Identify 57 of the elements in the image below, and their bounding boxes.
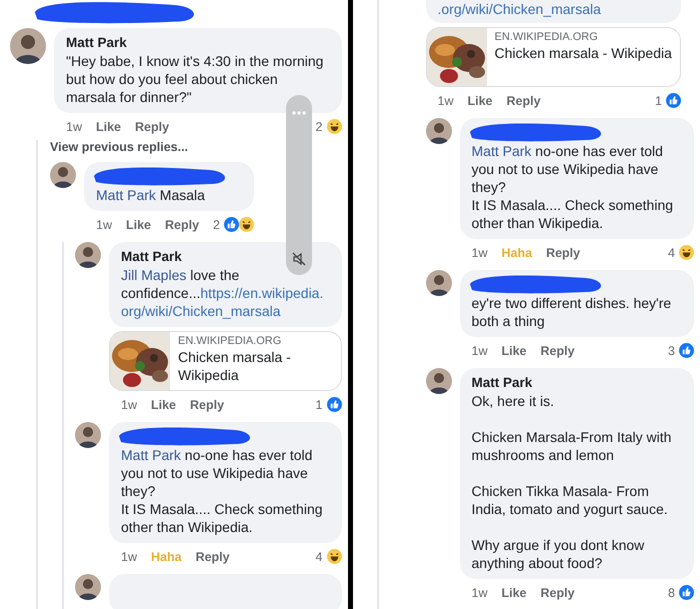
avatar[interactable] xyxy=(75,242,101,268)
react-link[interactable]: Like xyxy=(501,586,526,600)
reply-link[interactable]: Reply xyxy=(135,120,170,134)
reaction-count: 4 xyxy=(668,246,675,260)
comment-time: 1w xyxy=(121,550,137,564)
view-previous-replies-link[interactable]: View previous replies... xyxy=(50,140,342,154)
comment-text: .org/wiki/Chicken_marsala xyxy=(438,0,602,18)
preview-site: EN.WIKIPEDIA.ORG xyxy=(494,30,599,44)
avatar[interactable] xyxy=(75,574,101,600)
comment-time: 1w xyxy=(96,218,112,232)
comment-text: Matt Park no-one has ever told you not to use Wikipedia have they? It IS Masala.... Check something other than Wikipedia. xyxy=(121,446,324,536)
comment-time: 1w xyxy=(472,246,488,260)
reaction-count: 3 xyxy=(668,344,675,358)
reply-link[interactable]: Reply xyxy=(506,94,541,108)
avatar[interactable] xyxy=(10,28,46,64)
comment-author[interactable]: Matt Park xyxy=(472,374,682,392)
reaction-count: 4 xyxy=(316,550,322,564)
comment-author[interactable]: Matt Park xyxy=(121,248,330,266)
comment-text: Matt Park Masala xyxy=(96,186,206,204)
react-link[interactable]: Like xyxy=(501,344,526,358)
preview-title: Chicken marsala - Wikipedia xyxy=(178,348,292,384)
comment-author[interactable]: Matt Park xyxy=(66,34,330,52)
comment-time: 1w xyxy=(472,586,488,600)
comment-time: 1w xyxy=(66,120,82,134)
react-link[interactable]: Like xyxy=(150,398,176,412)
react-link[interactable]: Like xyxy=(96,120,121,134)
reaction-count: 8 xyxy=(668,586,675,600)
comment-time: 1w xyxy=(472,344,488,358)
comment-text: ey're two different dishes. hey're both a thing xyxy=(472,294,672,330)
reply-link[interactable]: Reply xyxy=(546,246,580,260)
comment-text: Matt Park no-one has ever told you not to use Wikipedia have they? It IS Masala.... Check something other than Wikipedia. xyxy=(472,142,674,232)
comment-text: Jill Maples love the confidence...https://en.wikipedia.org/wiki/Chicken_marsala xyxy=(121,266,324,320)
reaction-count: 1 xyxy=(316,398,322,412)
mute-icon[interactable] xyxy=(291,251,307,267)
preview-title: Chicken marsala - Wikipedia xyxy=(494,44,672,62)
comment-time: 1w xyxy=(438,94,454,108)
link-preview-card[interactable]: EN.WIKIPEDIA.ORG Chicken marsala - Wikipedia xyxy=(109,331,342,391)
comment-text: "Hey babe, I know it's 4:30 in the morning but how do you feel about chicken marsala for dinner?" xyxy=(66,52,324,106)
comment-time: 1w xyxy=(121,398,137,412)
avatar[interactable] xyxy=(50,162,76,188)
react-link[interactable]: Like xyxy=(126,218,151,232)
avatar[interactable] xyxy=(426,368,452,394)
avatar[interactable] xyxy=(426,270,452,296)
reply-link[interactable]: Reply xyxy=(540,586,575,600)
reply-link[interactable]: Reply xyxy=(540,344,575,358)
reply-link[interactable]: Reply xyxy=(196,550,230,564)
reply-link[interactable]: Reply xyxy=(165,218,200,232)
react-link[interactable]: Like xyxy=(467,94,492,108)
preview-site: EN.WIKIPEDIA.ORG xyxy=(178,334,282,348)
reply-link[interactable]: Reply xyxy=(190,398,224,412)
avatar[interactable] xyxy=(75,422,101,448)
link-preview-card[interactable]: EN.WIKIPEDIA.ORG Chicken marsala - Wikipedia xyxy=(426,27,681,87)
avatar[interactable] xyxy=(426,118,452,144)
reaction-count: 2 xyxy=(213,218,220,232)
reaction-count: 1 xyxy=(654,94,662,108)
comment-text: Ok, here it is. Chicken Marsala-From Italy with mushrooms and lemon Chicken Tikka Masala- From India, tomato and yogurt sauce. Why argue if you dont know anything about food? xyxy=(472,392,672,572)
reaction-count: 2 xyxy=(316,120,322,134)
